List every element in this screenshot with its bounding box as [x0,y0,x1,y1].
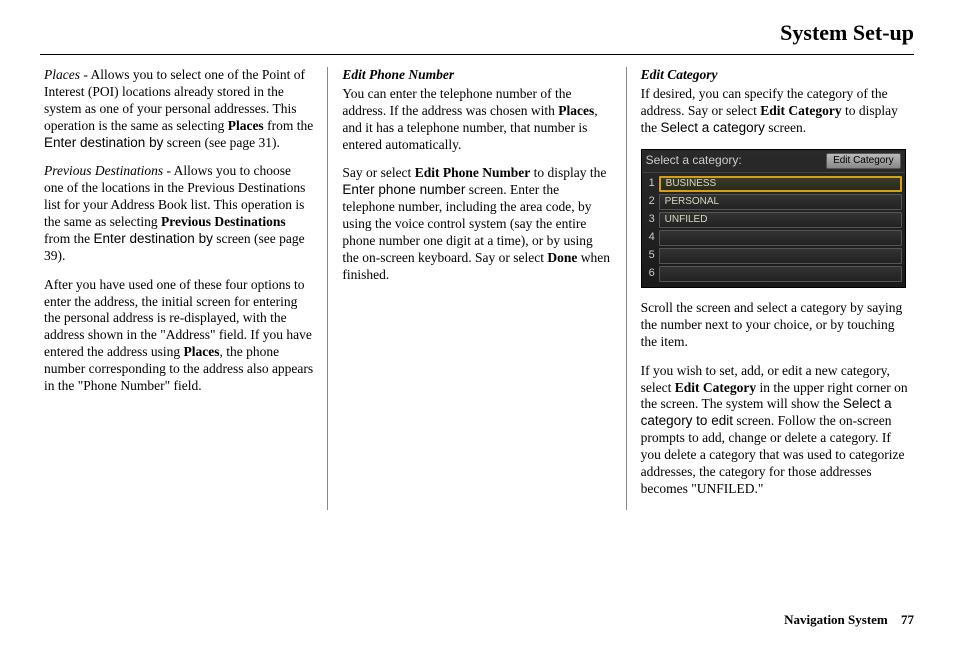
page-number: 77 [901,612,914,627]
c1-p3: After you have used one of these four op… [44,277,313,395]
places-term: Places [44,67,80,82]
row-cell[interactable]: BUSINESS [659,176,902,192]
enter-dest-ui-2: Enter destination by [94,231,213,246]
column-2: Edit Phone Number You can enter the tele… [338,67,615,510]
content-columns: Places - Allows you to select one of the… [40,67,914,510]
category-row[interactable]: 5 [645,248,902,264]
screenshot-header: Select a category: Edit Category [642,150,905,174]
column-3: Edit Category If desired, you can specif… [637,67,914,510]
row-cell[interactable] [659,266,902,282]
row-num: 6 [645,267,659,281]
category-row[interactable]: 2PERSONAL [645,194,902,210]
col-divider-2 [626,67,627,510]
row-num: 1 [645,177,659,191]
prev-dest-bold: Previous Destinations [161,214,286,229]
page-footer: Navigation System 77 [784,612,914,628]
done-bold: Done [547,250,577,265]
column-1: Places - Allows you to select one of the… [40,67,317,510]
row-num: 2 [645,195,659,209]
row-cell[interactable] [659,248,902,264]
edit-category-bold-2: Edit Category [675,380,756,395]
row-num: 3 [645,213,659,227]
select-category-ui: Select a category [661,120,765,135]
category-row[interactable]: 6 [645,266,902,282]
row-cell[interactable]: UNFILED [659,212,902,228]
row-cell[interactable]: PERSONAL [659,194,902,210]
prev-dest-term: Previous Destinations [44,163,163,178]
row-num: 4 [645,231,659,245]
edit-category-button[interactable]: Edit Category [826,153,901,170]
row-cell[interactable] [659,230,902,246]
edit-phone-heading: Edit Phone Number [342,67,611,84]
page-title: System Set-up [40,20,914,55]
row-num: 5 [645,249,659,263]
c1-p2: Previous Destinations - Allows you to ch… [44,163,313,264]
category-row[interactable]: 4 [645,230,902,246]
screenshot-title: Select a category: [646,153,742,168]
c3-p3: If you wish to set, add, or edit a new c… [641,363,910,498]
category-row[interactable]: 1BUSINESS [645,176,902,192]
c2-p1: You can enter the telephone number of th… [342,86,611,154]
c1-p1: Places - Allows you to select one of the… [44,67,313,151]
c2-p2: Say or select Edit Phone Number to displ… [342,165,611,283]
places-bold: Places [228,118,264,133]
footer-label: Navigation System [784,612,888,627]
enter-dest-ui: Enter destination by [44,135,163,150]
category-row[interactable]: 3UNFILED [645,212,902,228]
places-bold-2: Places [183,344,219,359]
category-rows: 1BUSINESS 2PERSONAL 3UNFILED 4 5 6 [642,173,905,287]
col-divider-1 [327,67,328,510]
c3-p2: Scroll the screen and select a category … [641,300,910,351]
enter-phone-ui: Enter phone number [342,182,465,197]
places-bold-3: Places [558,103,594,118]
edit-category-heading: Edit Category [641,67,910,84]
edit-phone-bold: Edit Phone Number [415,165,531,180]
edit-category-bold: Edit Category [760,103,841,118]
category-screenshot: Select a category: Edit Category 1BUSINE… [641,149,906,289]
c3-p1: If desired, you can specify the category… [641,86,910,137]
